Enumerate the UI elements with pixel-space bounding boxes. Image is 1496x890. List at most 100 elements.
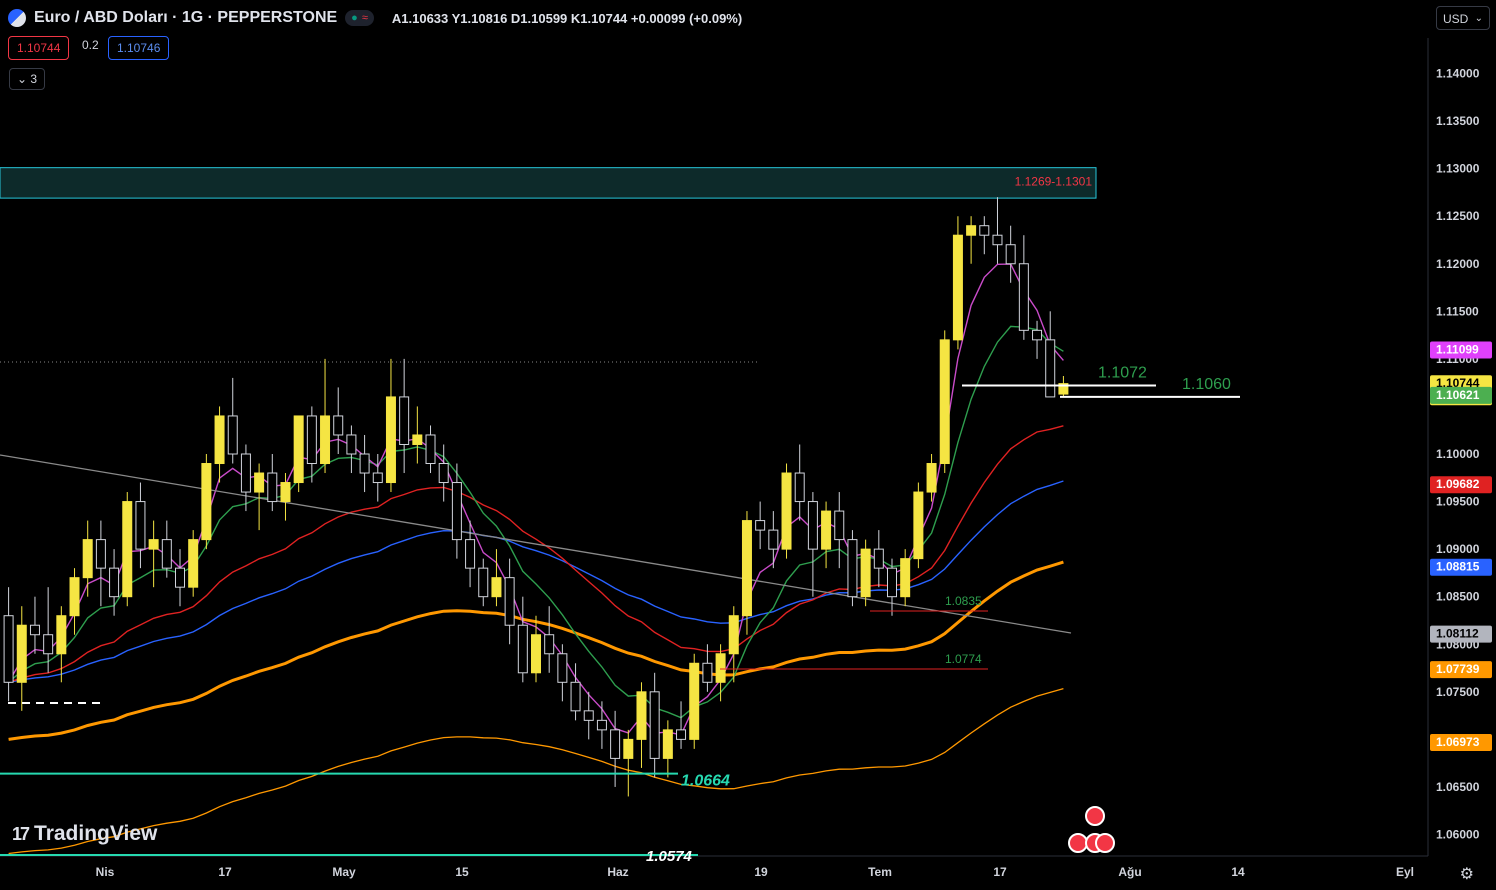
settings-icon[interactable]: ⚙ [1460, 864, 1474, 884]
ohlc-values: A1.10633 Y1.10816 D1.10599 K1.10744 +0.0… [391, 10, 743, 26]
candle-body [900, 558, 911, 598]
candle-body [952, 234, 963, 341]
price-tick-label: 1.07500 [1436, 685, 1480, 699]
candle-body [3, 615, 14, 683]
price-tick-label: 1.12000 [1436, 257, 1480, 271]
candle-body [992, 234, 1003, 246]
indicator-toggle-button[interactable]: ⌄ 3 [9, 68, 45, 90]
candle-body [583, 710, 594, 721]
event-flag-icon[interactable] [1085, 806, 1105, 826]
price-tag-label: 1.10621 [1436, 388, 1480, 402]
candle-body [596, 719, 607, 731]
candle-body [161, 539, 172, 569]
candle-body [768, 529, 779, 550]
event-flag-icon[interactable] [1068, 833, 1088, 853]
sell-button[interactable]: 1.10744 [8, 36, 70, 60]
price-tick-label: 1.11500 [1436, 304, 1479, 318]
candle-body [504, 577, 515, 626]
candle-body [966, 225, 977, 236]
support-label: 1.0664 [681, 773, 730, 790]
candle-body [188, 539, 199, 588]
price-tick-label: 1.09500 [1436, 495, 1480, 509]
candle-body [214, 415, 225, 465]
time-tick-label: May [332, 865, 356, 879]
chart-header: Euro / ABD Doları · 1G · PEPPERSTONE ● ≈ … [8, 7, 742, 29]
candle-body [926, 463, 937, 493]
candle-body [293, 415, 304, 484]
price-tick-label: 1.09000 [1436, 542, 1480, 556]
time-tick-label: 17 [218, 865, 232, 879]
candle-body [781, 472, 792, 550]
candle-body [676, 729, 687, 740]
candle-body [860, 548, 871, 598]
symbol-title[interactable]: Euro / ABD Doları · 1G · PEPPERSTONE [34, 9, 337, 27]
candle-body [662, 729, 673, 759]
candle-body [254, 472, 265, 493]
candle-body [755, 520, 766, 531]
price-chart[interactable]: 1.1269-1.1301 1.1072 1.1060 1.0835 1.0774 1.0… [0, 0, 1496, 890]
candle-body [557, 653, 568, 683]
candle-body [346, 434, 357, 455]
candle-body [451, 482, 462, 541]
time-tick-label: 15 [455, 865, 469, 879]
candle-body [887, 567, 897, 598]
price-tag-label: 1.07739 [1436, 662, 1480, 676]
candle-body [412, 434, 423, 445]
candle-body [794, 472, 805, 503]
candle-body [807, 501, 818, 550]
price-tag-label: 1.08815 [1436, 560, 1480, 574]
candle-body [610, 729, 621, 759]
candle-body [201, 463, 212, 541]
time-tick-label: Tem [868, 865, 892, 879]
level-label: 1.1060 [1182, 376, 1231, 393]
price-tick-label: 1.08500 [1436, 590, 1480, 604]
price-tick-label: 1.13000 [1436, 162, 1480, 176]
candle-body [649, 691, 660, 759]
candle-body [109, 567, 120, 598]
price-tag-label: 1.09682 [1436, 477, 1480, 491]
price-tick-label: 1.13500 [1436, 114, 1480, 128]
price-tag-label: 1.11099 [1436, 342, 1479, 356]
candle-body [438, 463, 449, 484]
candle-body [728, 615, 739, 655]
time-tick-label: 19 [754, 865, 768, 879]
level-label: 1.0835 [945, 594, 982, 608]
candle-body [491, 577, 502, 598]
time-tick-label: Nis [96, 865, 115, 879]
candle-body [425, 434, 436, 465]
buy-button[interactable]: 1.10746 [108, 36, 170, 60]
candle-body [544, 634, 555, 655]
support-label: 1.0574 [646, 848, 693, 865]
time-tick-label: Eyl [1396, 865, 1414, 879]
candle-body [715, 653, 726, 683]
candle-body [531, 634, 541, 674]
candle-body [623, 738, 634, 759]
price-tag-label: 1.08112 [1436, 627, 1479, 641]
candle-body [95, 539, 106, 569]
supply-zone [0, 167, 1097, 199]
price-tick-label: 1.10000 [1436, 447, 1480, 461]
tradingview-logo: 17 TradingView [12, 822, 158, 845]
level-label: 1.0774 [945, 652, 982, 666]
candle-body [148, 539, 159, 550]
candle-body [69, 577, 80, 617]
candle-body [43, 634, 54, 655]
flag-icon [8, 9, 26, 27]
event-flag-icon[interactable] [1095, 833, 1115, 853]
candle-body [82, 539, 93, 579]
candle-body [29, 624, 40, 636]
candle-body [227, 415, 238, 455]
currency-selector[interactable]: USD ⌄ [1436, 6, 1490, 30]
candle-body [939, 339, 950, 465]
candle-body [320, 415, 331, 465]
candle-body [333, 415, 344, 436]
market-status[interactable]: ● ≈ [345, 10, 374, 26]
candle-body [56, 615, 67, 655]
candle-body [306, 415, 317, 465]
candle-body [240, 453, 251, 493]
candle-body [1032, 329, 1043, 341]
candle-body [478, 567, 489, 598]
candle-body [689, 662, 700, 740]
chevron-down-icon: ⌄ [16, 72, 28, 86]
candle-body [873, 548, 884, 569]
